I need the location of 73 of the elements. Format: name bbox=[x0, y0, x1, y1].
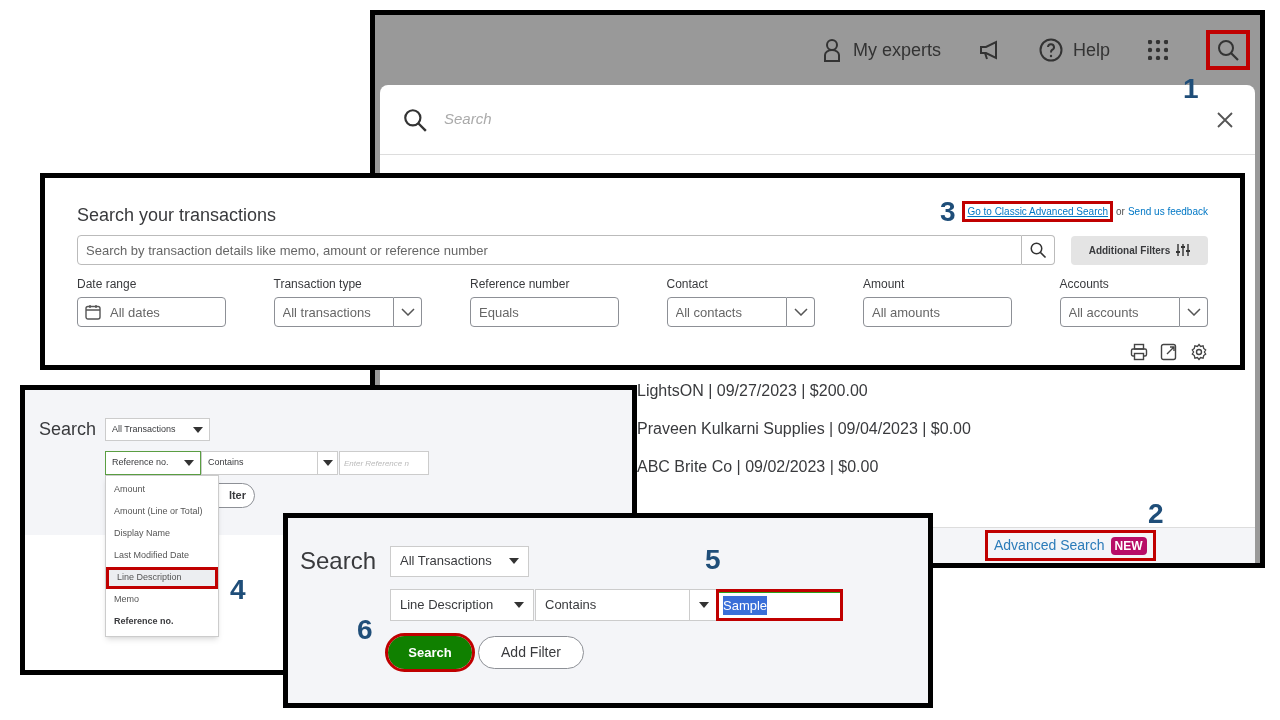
search-heading: Search bbox=[300, 546, 376, 576]
operator-select[interactable]: Contains bbox=[535, 589, 718, 621]
step-number: 1 bbox=[1183, 75, 1199, 103]
close-icon[interactable] bbox=[1217, 111, 1233, 128]
apps-grid-icon[interactable] bbox=[1148, 40, 1168, 60]
date-field[interactable]: All dates bbox=[77, 297, 226, 327]
settings-icon[interactable] bbox=[1190, 343, 1208, 361]
caret-icon bbox=[322, 460, 333, 466]
caret-icon bbox=[698, 602, 709, 608]
or-text: or bbox=[1116, 205, 1125, 219]
search-result[interactable]: LightsON | 09/27/2023 | $200.00 bbox=[637, 381, 1255, 401]
caret-icon bbox=[514, 602, 524, 608]
field-select[interactable]: Reference no. bbox=[105, 451, 201, 475]
filter-label: Amount bbox=[863, 276, 906, 293]
search-icon bbox=[1216, 38, 1240, 62]
menu-item[interactable]: Last Modified Date bbox=[106, 545, 218, 567]
filter-label: Transaction type bbox=[273, 276, 363, 293]
menu-item[interactable]: Line Description bbox=[106, 567, 218, 589]
search-button[interactable] bbox=[1022, 235, 1055, 265]
advanced-search-link[interactable]: Advanced Search NEW bbox=[985, 530, 1156, 561]
operator-select[interactable]: Contains bbox=[201, 451, 338, 475]
caret-icon bbox=[184, 460, 194, 466]
feedback-link[interactable]: Send us feedback bbox=[1127, 204, 1208, 219]
search-field[interactable]: Search bbox=[444, 108, 1201, 131]
help-icon bbox=[1038, 38, 1063, 62]
step-number: 4 bbox=[230, 576, 246, 604]
additional-filters-button[interactable]: Additional Filters bbox=[1071, 235, 1208, 265]
new-badge: NEW bbox=[1110, 536, 1147, 555]
person-icon bbox=[822, 38, 841, 62]
search-result[interactable]: Praveen Kulkarni Supplies | 09/04/2023 | $0.00 bbox=[637, 419, 1255, 439]
filter-field[interactable]: All amounts bbox=[863, 297, 1012, 327]
caret-icon bbox=[509, 558, 519, 564]
export-icon[interactable] bbox=[1160, 343, 1178, 361]
step-number: 3 bbox=[940, 198, 956, 226]
step-number: 6 bbox=[357, 616, 373, 644]
add-filter-button[interactable]: Add Filter bbox=[478, 636, 584, 669]
chevron-icon bbox=[400, 308, 415, 316]
menu-item[interactable]: Memo bbox=[106, 589, 218, 611]
filter-label: Accounts bbox=[1059, 276, 1110, 293]
field-select[interactable]: Line Description bbox=[390, 589, 534, 621]
type-select[interactable]: All Transactions bbox=[105, 418, 210, 441]
step-number: 5 bbox=[705, 546, 721, 574]
filter-field[interactable]: Equals bbox=[470, 297, 619, 327]
print-icon[interactable] bbox=[1130, 343, 1148, 361]
select-field[interactable]: All contacts bbox=[666, 297, 787, 327]
menu-item[interactable]: Reference no. bbox=[106, 611, 218, 633]
search-icon bbox=[1029, 241, 1047, 259]
filter-label: Reference number bbox=[470, 276, 571, 293]
select-field[interactable]: All transactions bbox=[273, 297, 394, 327]
value-field[interactable]: Sample bbox=[719, 592, 840, 618]
caret-icon bbox=[193, 426, 203, 433]
chevron-icon bbox=[1186, 308, 1201, 316]
filter-label: Contact bbox=[666, 276, 709, 293]
dropdown-button[interactable] bbox=[787, 297, 815, 327]
step-number: 2 bbox=[1148, 500, 1164, 528]
select-field[interactable]: All accounts bbox=[1059, 297, 1180, 327]
search-button[interactable]: Search bbox=[388, 636, 472, 669]
calendar-icon bbox=[85, 304, 101, 320]
search-result[interactable]: ABC Brite Co | 09/02/2023 | $0.00 bbox=[637, 457, 1255, 477]
type-select[interactable]: All Transactions bbox=[390, 545, 529, 577]
transaction-search-field[interactable]: Search by transaction details like memo, amount or reference number bbox=[77, 235, 1022, 265]
sliders-icon bbox=[1176, 243, 1191, 257]
chevron-icon bbox=[793, 308, 808, 316]
dropdown-button[interactable] bbox=[394, 297, 422, 327]
filter-label: Date range bbox=[77, 276, 138, 293]
help-link[interactable]: Help bbox=[1072, 36, 1110, 64]
panel-title: Search your transactions bbox=[77, 204, 277, 227]
search-heading: Search bbox=[39, 418, 93, 441]
search-icon bbox=[402, 106, 428, 133]
menu-item[interactable]: Display Name bbox=[106, 523, 218, 545]
my-experts-link[interactable]: My experts bbox=[852, 36, 941, 64]
classic-search-link[interactable]: Go to Classic Advanced Search bbox=[962, 201, 1114, 222]
dropdown-button[interactable] bbox=[1180, 297, 1208, 327]
